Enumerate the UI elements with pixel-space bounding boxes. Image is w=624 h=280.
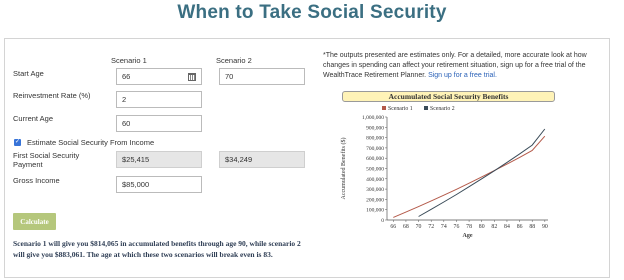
x-tick-label: 84 <box>504 224 510 230</box>
benefits-chart: 0 100,000 200,000 300,000 400,000 500,000 600,… <box>340 106 548 239</box>
first-payment-scenario2-field: $34,249 <box>219 151 305 168</box>
scenario-2-header: Scenario 2 <box>216 56 252 65</box>
y-tick-label: 800,000 <box>366 136 384 142</box>
start-age-scenario2-value: 70 <box>225 72 234 81</box>
disclaimer-note: *The outputs presented are estimates onl… <box>323 51 607 81</box>
start-age-label: Start Age <box>13 69 44 78</box>
calculator-panel: Scenario 1 Scenario 2 Start Age 66 70 Re… <box>4 38 610 278</box>
y-tick-label: 1,000,000 <box>362 115 384 121</box>
current-age-value: 60 <box>122 119 131 128</box>
current-age-input[interactable]: 60 <box>116 115 202 132</box>
start-age-scenario1-input[interactable]: 66 <box>116 68 202 85</box>
x-tick-label: 72 <box>428 224 434 230</box>
x-tick-label: 76 <box>454 224 460 230</box>
reinvestment-rate-input[interactable]: 2 <box>116 91 202 108</box>
start-age-scenario2-input[interactable]: 70 <box>219 68 305 85</box>
result-text: Scenario 1 will give you $814,065 in acc… <box>13 239 301 259</box>
y-axis-label: Accumulated Benefits ($) <box>340 138 347 200</box>
first-payment-label: First Social Security Payment <box>13 151 80 169</box>
free-trial-link[interactable]: Sign up for a free trial. <box>428 72 497 79</box>
current-age-label: Current Age <box>13 114 54 123</box>
first-payment-scenario1-value: $25,415 <box>122 155 150 164</box>
page-title: When to Take Social Security <box>177 2 447 23</box>
legend-label-1: Scenario 1 <box>388 106 413 112</box>
estimate-checkbox[interactable]: ✓ <box>14 139 21 146</box>
calendar-icon[interactable] <box>188 73 196 81</box>
x-axis-label: Age <box>463 233 473 239</box>
series-line-scenario-2 <box>418 128 546 217</box>
y-tick-label: 200,000 <box>366 197 384 203</box>
x-tick-label: 90 <box>542 224 548 230</box>
x-tick-label: 82 <box>491 224 497 230</box>
legend-swatch-1 <box>382 106 386 110</box>
legend-swatch-2 <box>424 106 428 110</box>
gross-income-input[interactable]: $85,000 <box>116 176 202 193</box>
y-tick-label: 400,000 <box>366 177 384 183</box>
calculate-button[interactable]: Calculate <box>13 213 56 230</box>
y-tick-label: 900,000 <box>366 125 384 131</box>
legend-label-2: Scenario 2 <box>430 106 455 112</box>
y-tick-label: 100,000 <box>366 208 384 214</box>
chart-title: Accumulated Social Security Benefits <box>342 91 555 102</box>
x-tick-label: 68 <box>403 224 409 230</box>
y-tick-label: 300,000 <box>366 187 384 193</box>
x-tick-label: 66 <box>390 224 396 230</box>
gross-income-label: Gross Income <box>13 176 60 185</box>
y-tick-label: 0 <box>381 218 384 224</box>
x-tick-label: 70 <box>416 224 422 230</box>
estimate-checkbox-label: Estimate Social Security From Income <box>27 138 155 147</box>
x-tick-label: 80 <box>479 224 485 230</box>
y-tick-label: 500,000 <box>366 167 384 173</box>
gross-income-value: $85,000 <box>122 180 150 189</box>
first-payment-scenario2-value: $34,249 <box>225 155 253 164</box>
x-tick-label: 78 <box>466 224 472 230</box>
start-age-scenario1-value: 66 <box>122 72 131 81</box>
x-tick-label: 88 <box>529 224 535 230</box>
scenario-1-header: Scenario 1 <box>111 56 147 65</box>
reinvestment-rate-value: 2 <box>122 95 127 104</box>
series-line-scenario-1 <box>393 135 546 218</box>
reinvestment-rate-label: Reinvestment Rate (%) <box>13 91 91 100</box>
x-tick-label: 86 <box>517 224 523 230</box>
first-payment-scenario1-field: $25,415 <box>116 151 202 168</box>
x-tick-label: 74 <box>441 224 447 230</box>
y-tick-label: 600,000 <box>366 156 384 162</box>
y-tick-label: 700,000 <box>366 146 384 152</box>
